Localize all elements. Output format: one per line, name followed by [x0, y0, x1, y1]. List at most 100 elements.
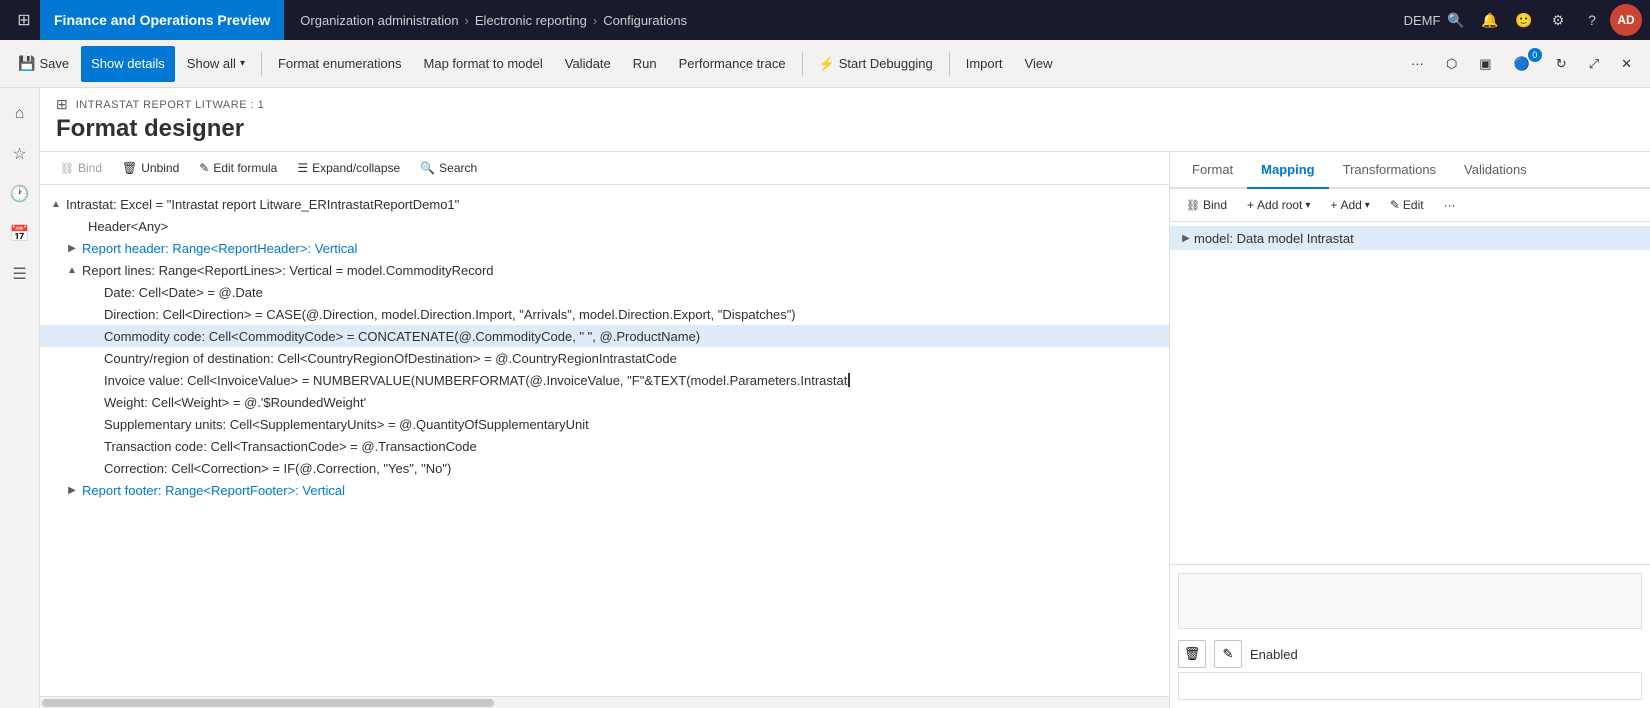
sidebar-icon-star[interactable]: ☆ — [2, 136, 38, 172]
model-tree: ▶ model: Data model Intrastat — [1170, 222, 1650, 564]
sidebar-icon-list[interactable]: ☰ — [2, 256, 38, 292]
tree-expander[interactable]: ▲ — [64, 262, 80, 278]
model-tree-expander[interactable]: ▶ — [1178, 230, 1194, 246]
tab-format[interactable]: Format — [1178, 152, 1247, 189]
add-button[interactable]: + Add ▾ — [1322, 195, 1377, 215]
tree-item[interactable]: ▶ Transaction code: Cell<TransactionCode… — [40, 435, 1169, 457]
help-icon[interactable]: ? — [1576, 4, 1608, 36]
unbind-icon: 🗑 — [122, 161, 137, 175]
tree-item[interactable]: ▶ Weight: Cell<Weight> = @.'$RoundedWeig… — [40, 391, 1169, 413]
tree-expander[interactable]: ▲ — [48, 196, 64, 212]
tree-item[interactable]: ▶ Country/region of destination: Cell<Co… — [40, 347, 1169, 369]
edit-formula-button[interactable]: ✎ Edit formula — [191, 158, 285, 178]
show-all-dropdown-arrow: ▾ — [240, 58, 245, 69]
more-options-button[interactable]: ··· — [1401, 46, 1434, 82]
nav-icons: DEMF 🔍 🔔 🙂 ⚙ ? AD — [1406, 4, 1642, 36]
tree-item[interactable]: ▶ Report header: Range<ReportHeader>: Ve… — [40, 237, 1169, 259]
unbind-button[interactable]: 🗑 Unbind — [114, 158, 187, 178]
tree-item[interactable]: ▲ Intrastat: Excel = "Intrastat report L… — [40, 193, 1169, 215]
add-icon: + — [1330, 198, 1337, 212]
content-area: ⊞ INTRASTAT REPORT LITWARE : 1 Format de… — [40, 88, 1650, 708]
expand-collapse-icon: ☰ — [297, 161, 308, 175]
show-details-button[interactable]: Show details — [81, 46, 175, 82]
scrollbar-thumb — [42, 699, 494, 707]
tree-expander[interactable]: ▶ — [64, 240, 80, 256]
edit-formula-icon: ✎ — [199, 161, 209, 175]
action-toolbar: 💾 Save Show details Show all ▾ Format en… — [0, 40, 1650, 88]
resize-icon-btn[interactable]: ⤢ — [1579, 46, 1609, 82]
view-button[interactable]: View — [1015, 46, 1063, 82]
add-root-button[interactable]: + Add root ▾ — [1239, 195, 1318, 215]
add-root-icon: + — [1247, 198, 1254, 212]
search-nav-icon[interactable]: 🔍 — [1440, 4, 1472, 36]
sidebar-icon-recent[interactable]: 🕐 — [2, 176, 38, 212]
edit-mapping-icon: ✎ — [1223, 646, 1234, 662]
delete-mapping-button[interactable]: 🗑 — [1178, 640, 1206, 668]
tree-item[interactable]: ▶ Header<Any> — [40, 215, 1169, 237]
delete-icon: 🗑 — [1184, 646, 1201, 662]
tab-transformations[interactable]: Transformations — [1329, 152, 1450, 189]
refresh-icon-btn[interactable]: ↻ — [1546, 46, 1577, 82]
tree-item[interactable]: ▶ Date: Cell<Date> = @.Date — [40, 281, 1169, 303]
model-tree-item[interactable]: ▶ model: Data model Intrastat — [1170, 226, 1650, 250]
breadcrumb-sep-2: › — [593, 13, 597, 28]
enabled-input[interactable] — [1178, 672, 1642, 700]
tab-validations[interactable]: Validations — [1450, 152, 1541, 189]
edit-mapping-button[interactable]: ✎ — [1214, 640, 1242, 668]
breadcrumb-electronic-reporting[interactable]: Electronic reporting — [475, 13, 587, 28]
tree-toolbar: ⛓ Bind 🗑 Unbind ✎ Edit formula ☰ Expand/… — [40, 152, 1169, 185]
tree-item-selected[interactable]: ▶ Commodity code: Cell<CommodityCode> = … — [40, 325, 1169, 347]
show-all-button[interactable]: Show all ▾ — [177, 46, 255, 82]
main-layout: ⌂ ☆ 🕐 📅 ☰ ⊞ INTRASTAT REPORT LITWARE : 1… — [0, 88, 1650, 708]
badge-icon-btn[interactable]: 🔵0 — [1504, 46, 1544, 82]
app-title[interactable]: Finance and Operations Preview — [40, 0, 284, 40]
tree-expander[interactable]: ▶ — [64, 482, 80, 498]
tab-mapping[interactable]: Mapping — [1247, 152, 1328, 189]
left-sidebar: ⌂ ☆ 🕐 📅 ☰ — [0, 88, 40, 708]
tree-item[interactable]: ▶ Report footer: Range<ReportFooter>: Ve… — [40, 479, 1169, 501]
settings-icon[interactable]: ⚙ — [1542, 4, 1574, 36]
sidebar-icon-calendar[interactable]: 📅 — [2, 216, 38, 252]
toolbar-sep-3 — [949, 52, 950, 76]
mapping-textarea[interactable] — [1178, 573, 1642, 629]
run-button[interactable]: Run — [623, 46, 667, 82]
tree-scrollbar[interactable] — [40, 696, 1169, 708]
breadcrumb-org-admin[interactable]: Organization administration — [300, 13, 458, 28]
avatar[interactable]: AD — [1610, 4, 1642, 36]
save-button[interactable]: 💾 Save — [8, 46, 79, 82]
notification-icon[interactable]: 🔔 — [1474, 4, 1506, 36]
format-enumerations-button[interactable]: Format enumerations — [268, 46, 412, 82]
tree-item[interactable]: ▶ Invoice value: Cell<InvoiceValue> = NU… — [40, 369, 1169, 391]
mapping-bind-button[interactable]: ⛓ Bind — [1178, 195, 1235, 215]
smiley-icon[interactable]: 🙂 — [1508, 4, 1540, 36]
validate-button[interactable]: Validate — [555, 46, 621, 82]
breadcrumb-configurations[interactable]: Configurations — [603, 13, 687, 28]
save-icon: 💾 — [18, 55, 35, 72]
bind-icon: ⛓ — [60, 162, 74, 175]
edit-icon: ✎ — [1390, 198, 1400, 212]
tree-panel: ⛓ Bind 🗑 Unbind ✎ Edit formula ☰ Expand/… — [40, 152, 1170, 708]
breadcrumb-sep-1: › — [465, 13, 469, 28]
tree-item[interactable]: ▶ Direction: Cell<Direction> = CASE(@.Di… — [40, 303, 1169, 325]
toolbar-sep-2 — [802, 52, 803, 76]
sidebar-icon-home[interactable]: ⌂ — [2, 96, 38, 132]
edit-button[interactable]: ✎ Edit — [1382, 195, 1432, 215]
app-grid-icon[interactable]: ⊞ — [8, 4, 40, 36]
map-format-to-model-button[interactable]: Map format to model — [414, 46, 553, 82]
import-button[interactable]: Import — [956, 46, 1013, 82]
close-btn[interactable]: ✕ — [1611, 46, 1642, 82]
tree-item[interactable]: ▲ Report lines: Range<ReportLines>: Vert… — [40, 259, 1169, 281]
designer-area: ⛓ Bind 🗑 Unbind ✎ Edit formula ☰ Expand/… — [40, 151, 1650, 708]
performance-trace-button[interactable]: Performance trace — [669, 46, 796, 82]
search-button[interactable]: 🔍 Search — [412, 158, 485, 178]
tree-item[interactable]: ▶ Supplementary units: Cell<Supplementar… — [40, 413, 1169, 435]
mapping-panel: Format Mapping Transformations Validatio… — [1170, 152, 1650, 708]
more-mapping-button[interactable]: ··· — [1436, 195, 1464, 215]
layout-icon-btn[interactable]: ⬡ — [1436, 46, 1467, 82]
start-debugging-button[interactable]: ⚡ Start Debugging — [809, 46, 943, 82]
expand-collapse-button[interactable]: ☰ Expand/collapse — [289, 158, 408, 178]
filter-icon[interactable]: ⊞ — [56, 96, 68, 113]
bind-button[interactable]: ⛓ Bind — [52, 158, 110, 178]
panel-icon-btn[interactable]: ▣ — [1469, 46, 1501, 82]
tree-item[interactable]: ▶ Correction: Cell<Correction> = IF(@.Co… — [40, 457, 1169, 479]
